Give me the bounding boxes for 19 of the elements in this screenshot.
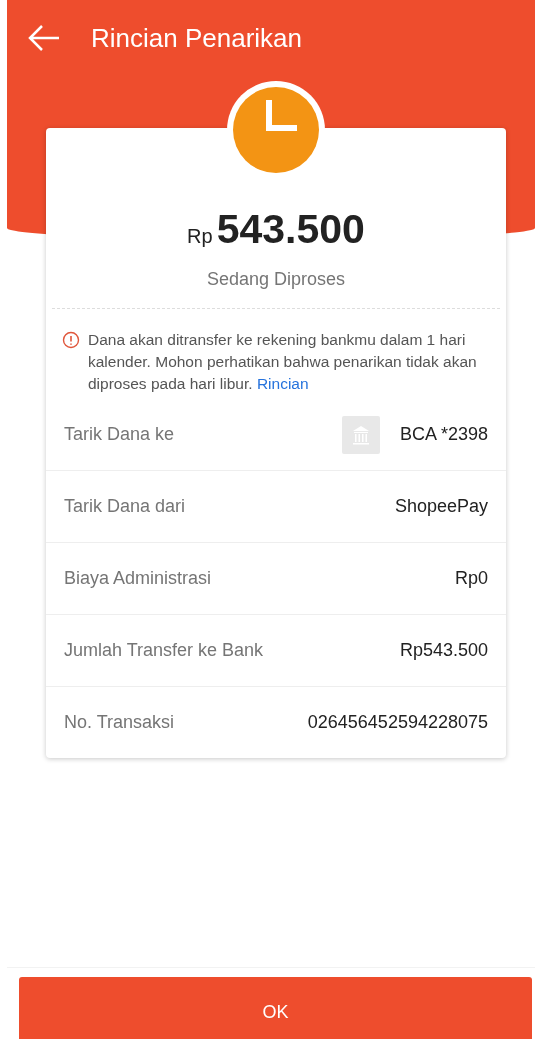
detail-value: ShopeePay	[394, 496, 488, 517]
detail-label: Tarik Dana ke	[64, 424, 176, 445]
ok-button[interactable]: OK	[19, 977, 532, 1039]
status-text: Sedang Diproses	[205, 269, 347, 290]
amount-text: 543.500	[216, 206, 365, 253]
currency-label: Rp	[187, 225, 213, 248]
details-link[interactable]: Rincian	[256, 375, 309, 392]
detail-label: Jumlah Transfer ke Bank	[64, 640, 265, 661]
page-title: Rincian Penarikan	[91, 22, 302, 54]
detail-value: Rp0	[454, 568, 488, 589]
info-icon	[62, 331, 80, 349]
detail-label: No. Transaksi	[64, 712, 176, 733]
back-arrow-icon[interactable]	[27, 23, 61, 53]
detail-value: Rp543.500	[399, 640, 488, 661]
notice-text: Dana akan ditransfer ke rekening bankmu dalam 1 hari kalender. Mohon perhatikan bahwa penarikan tidak akan diproses pada hari libur. Rincian	[88, 330, 478, 394]
detail-value: 026456452594228075	[307, 712, 488, 733]
detail-label: Tarik Dana dari	[64, 496, 187, 517]
detail-label: Biaya Administrasi	[64, 568, 213, 589]
detail-value: BCA *2398	[399, 424, 488, 445]
